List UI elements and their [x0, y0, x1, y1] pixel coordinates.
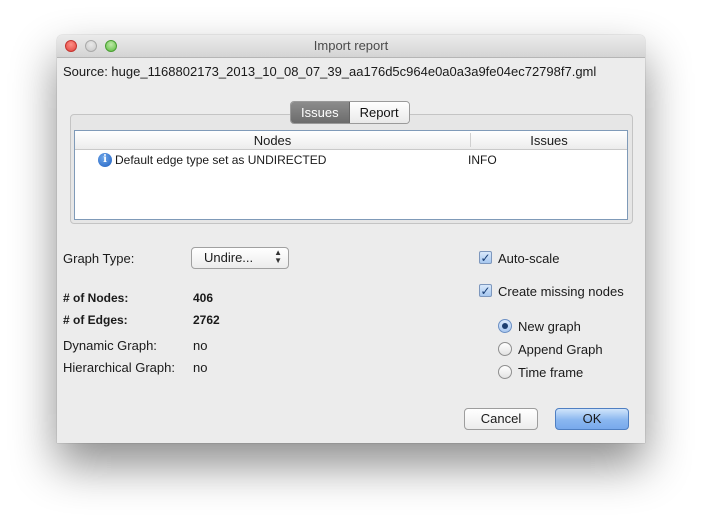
source-path: Source: huge_1168802173_2013_10_08_07_39… — [63, 64, 597, 79]
issues-table: Nodes Issues i Default edge type set as … — [74, 130, 628, 220]
info-icon: i — [98, 153, 112, 167]
create-missing-nodes-checkbox[interactable]: ✓ — [479, 284, 492, 297]
table-header: Nodes Issues — [75, 131, 627, 150]
append-graph-radio[interactable] — [498, 342, 512, 356]
hierarchical-graph-value: no — [193, 360, 208, 375]
append-graph-label[interactable]: Append Graph — [518, 342, 603, 357]
new-graph-label[interactable]: New graph — [518, 319, 581, 334]
ok-button[interactable]: OK — [555, 408, 629, 430]
dynamic-graph-value: no — [193, 338, 208, 353]
column-header-issues[interactable]: Issues — [471, 133, 627, 148]
new-graph-radio[interactable] — [498, 319, 512, 333]
nodes-count-value: 406 — [193, 291, 214, 305]
table-row[interactable]: i Default edge type set as UNDIRECTED IN… — [75, 152, 627, 170]
create-missing-nodes-label[interactable]: Create missing nodes — [498, 284, 624, 299]
hierarchical-graph-label: Hierarchical Graph: — [63, 360, 175, 375]
cancel-button[interactable]: Cancel — [464, 408, 538, 430]
updown-arrows-icon: ▲ ▼ — [274, 248, 282, 265]
issue-message: Default edge type set as UNDIRECTED — [115, 153, 327, 167]
import-report-dialog: Import report Source: huge_1168802173_20… — [57, 35, 645, 443]
tab-issues[interactable]: Issues — [291, 102, 350, 123]
tab-bar: Issues Report — [290, 101, 410, 124]
graph-type-label: Graph Type: — [63, 251, 135, 266]
dynamic-graph-label: Dynamic Graph: — [63, 338, 157, 353]
nodes-count-label: # of Nodes: — [63, 291, 129, 305]
column-header-nodes[interactable]: Nodes — [75, 133, 471, 148]
auto-scale-label[interactable]: Auto-scale — [498, 251, 559, 266]
time-frame-label[interactable]: Time frame — [518, 365, 583, 380]
auto-scale-checkbox[interactable]: ✓ — [479, 251, 492, 264]
window-title: Import report — [313, 38, 389, 53]
edges-count-label: # of Edges: — [63, 313, 128, 327]
tab-report[interactable]: Report — [349, 102, 409, 123]
edges-count-value: 2762 — [193, 313, 220, 327]
issue-level: INFO — [468, 153, 497, 167]
graph-type-select[interactable]: Undire... ▲ ▼ — [191, 247, 289, 269]
time-frame-radio[interactable] — [498, 365, 512, 379]
graph-type-value: Undire... — [204, 250, 254, 265]
title-bar[interactable]: Import report — [57, 35, 645, 58]
